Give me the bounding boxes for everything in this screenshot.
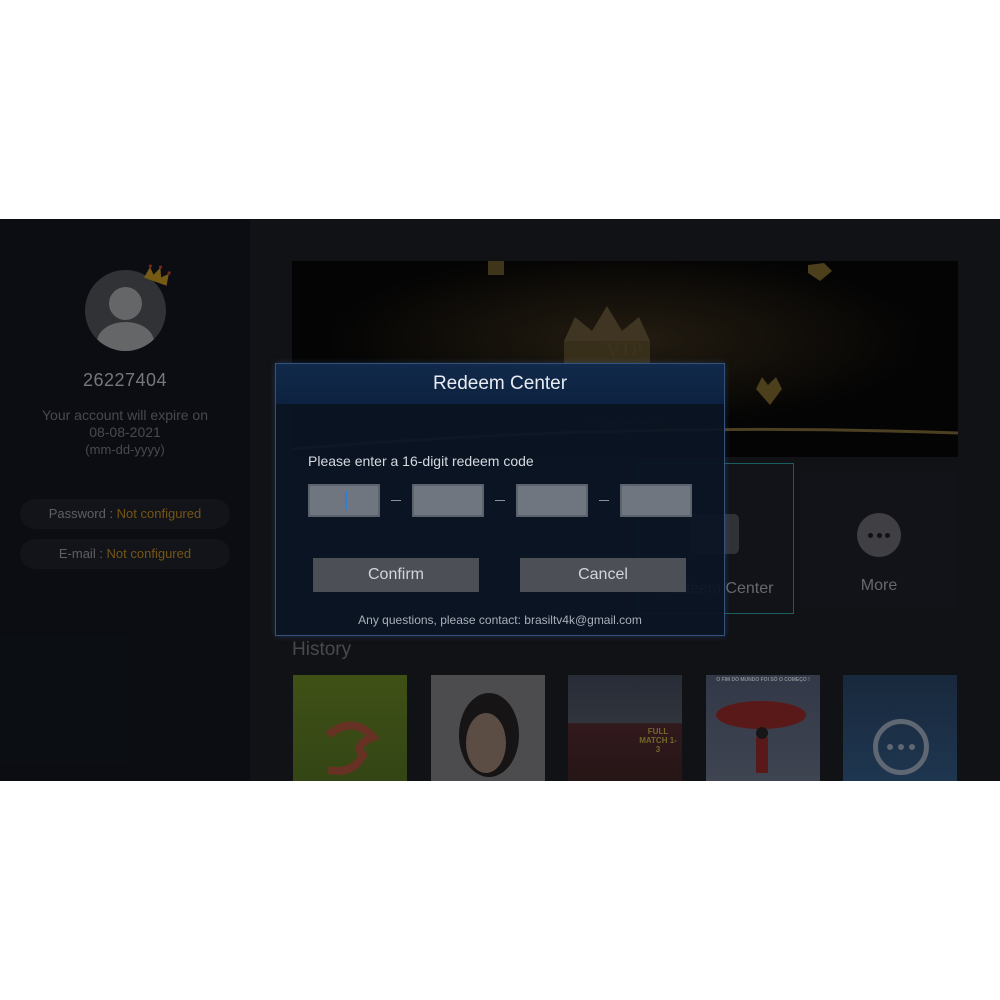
code-segment-2-input[interactable] [412, 484, 484, 517]
confirm-button[interactable]: Confirm [313, 558, 479, 592]
redeem-dialog: Redeem Center Please enter a 16-digit re… [275, 363, 725, 636]
separator-dash [495, 500, 505, 501]
cancel-button[interactable]: Cancel [520, 558, 686, 592]
dialog-header: Redeem Center [276, 364, 724, 404]
dialog-prompt: Please enter a 16-digit redeem code [308, 453, 534, 469]
code-segment-1-input[interactable] [308, 484, 380, 517]
separator-dash [391, 500, 401, 501]
separator-dash [599, 500, 609, 501]
code-segment-4-input[interactable] [620, 484, 692, 517]
contact-info: Any questions, please contact: brasiltv4… [358, 613, 642, 627]
text-caret [345, 491, 347, 510]
dialog-title: Redeem Center [432, 373, 568, 394]
app-screen: 26227404 Your account will expire on 08-… [0, 219, 1000, 781]
code-segment-3-input[interactable] [516, 484, 588, 517]
